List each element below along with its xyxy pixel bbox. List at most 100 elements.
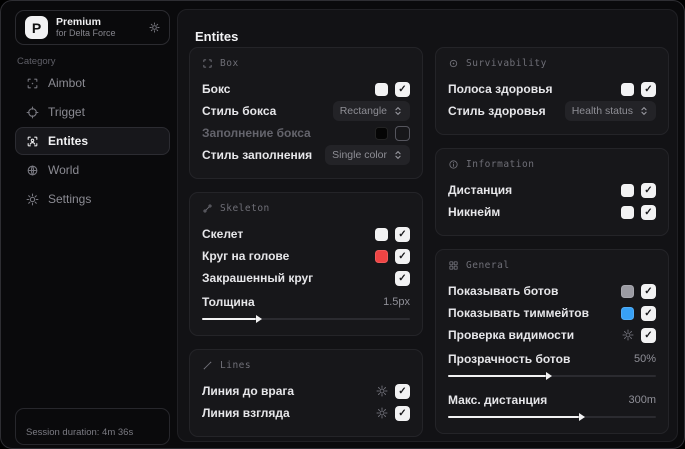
session-card: Session duration: 4m 36s (15, 408, 170, 445)
checkbox[interactable] (395, 405, 410, 421)
setting-row: Заполнение бокса (202, 122, 410, 144)
gear-icon (26, 193, 39, 206)
setting-label: Толщина (202, 295, 255, 309)
setting-row: Полоса здоровья (448, 78, 656, 100)
setting-label: Стиль здоровья (448, 104, 546, 118)
gear-icon[interactable] (376, 407, 388, 419)
checkbox[interactable] (395, 383, 410, 399)
gear-icon[interactable] (376, 385, 388, 397)
color-swatch[interactable] (375, 227, 388, 241)
sidebar-item-label: Settings (48, 192, 92, 206)
color-swatch[interactable] (375, 126, 388, 140)
slider-value: 50% (633, 353, 656, 365)
line-icon (202, 360, 213, 371)
checkbox[interactable] (641, 327, 656, 343)
main-panel: Entites Box Бокс Стиль бокса (177, 9, 678, 442)
category-label: Category (17, 56, 56, 67)
setting-row: Стиль заполнения Single color (202, 144, 410, 166)
color-swatch[interactable] (375, 249, 388, 263)
checkbox[interactable] (395, 248, 410, 264)
target-dot-icon (448, 58, 459, 69)
checkbox[interactable] (395, 226, 410, 242)
sidebar-item-entites[interactable]: Entites (15, 127, 170, 155)
brand-name: Premium (56, 16, 101, 29)
setting-row: Никнейм (448, 201, 656, 223)
setting-label: Никнейм (448, 205, 501, 219)
checkbox[interactable] (641, 204, 656, 220)
box-corners-icon (202, 58, 213, 69)
color-swatch[interactable] (621, 183, 634, 197)
color-swatch[interactable] (621, 82, 634, 96)
sidebar-item-label: World (48, 163, 80, 177)
select-value: Health status (571, 105, 633, 117)
health-style-select[interactable]: Health status (564, 101, 656, 121)
setting-row: Круг на голове (202, 245, 410, 267)
color-swatch[interactable] (621, 205, 634, 219)
target-icon (26, 106, 39, 119)
thickness-slider-group: Толщина 1.5px (202, 292, 410, 323)
sidebar-item-trigget[interactable]: Trigget (15, 98, 170, 126)
checkbox[interactable] (395, 125, 410, 141)
setting-label: Линия до врага (202, 384, 295, 398)
globe-icon (26, 164, 39, 177)
thickness-slider[interactable] (202, 314, 410, 323)
setting-label: Макс. дистанция (448, 393, 548, 407)
setting-label: Показывать ботов (448, 284, 559, 298)
setting-label: Стиль заполнения (202, 148, 313, 162)
setting-row: Проверка видимости (448, 324, 656, 346)
setting-row: Стиль бокса Rectangle (202, 100, 410, 122)
panel-survivability: Survivability Полоса здоровья Стиль здор… (435, 47, 669, 135)
color-swatch[interactable] (621, 306, 634, 320)
sidebar-item-label: Aimbot (48, 76, 86, 90)
opacity-slider-group: Прозрачность ботов 50% (448, 349, 656, 380)
setting-label: Дистанция (448, 183, 513, 197)
info-icon (448, 159, 459, 170)
opacity-slider[interactable] (448, 371, 656, 380)
checkbox[interactable] (641, 81, 656, 97)
sidebar-item-world[interactable]: World (15, 156, 170, 184)
box-style-select[interactable]: Rectangle (332, 101, 410, 121)
sidebar-item-aimbot[interactable]: Aimbot (15, 69, 170, 97)
panel-header-label: General (466, 260, 510, 271)
brand-card: P Premium for Delta Force (15, 10, 170, 45)
checkbox[interactable] (641, 283, 656, 299)
setting-label: Скелет (202, 227, 244, 241)
fill-style-select[interactable]: Single color (325, 145, 410, 165)
grid-icon (448, 260, 459, 271)
checkbox[interactable] (395, 81, 410, 97)
checkbox[interactable] (395, 270, 410, 286)
panel-header-label: Skeleton (220, 203, 270, 214)
sidebar-item-label: Trigget (48, 105, 85, 119)
brand-subtitle: for Delta Force (56, 28, 116, 39)
setting-row: Дистанция (448, 179, 656, 201)
setting-label: Линия взгляда (202, 406, 290, 420)
setting-row: Скелет (202, 223, 410, 245)
color-swatch[interactable] (621, 284, 634, 298)
setting-row: Линия взгляда (202, 402, 410, 424)
gear-icon[interactable] (149, 22, 160, 33)
checkbox[interactable] (641, 182, 656, 198)
setting-row: Стиль здоровья Health status (448, 100, 656, 122)
chevron-up-down-icon (639, 106, 649, 116)
setting-label: Полоса здоровья (448, 82, 553, 96)
sidebar-item-settings[interactable]: Settings (15, 185, 170, 213)
sidebar-item-label: Entites (48, 134, 89, 148)
checkbox[interactable] (641, 305, 656, 321)
chevron-up-down-icon (393, 106, 403, 116)
setting-row: Закрашенный круг (202, 267, 410, 289)
select-value: Rectangle (339, 105, 387, 117)
bone-icon (202, 203, 213, 214)
gear-icon[interactable] (622, 329, 634, 341)
distance-slider-group: Макс. дистанция 300m (448, 390, 656, 421)
session-duration: Session duration: 4m 36s (26, 427, 134, 438)
crosshair-icon (26, 77, 39, 90)
chevron-up-down-icon (393, 150, 403, 160)
panel-general: General Показывать ботов Показывать тимм… (435, 249, 669, 434)
setting-row: Показывать ботов (448, 280, 656, 302)
setting-row: Показывать тиммейтов (448, 302, 656, 324)
page-title: Entites (195, 29, 239, 44)
setting-label: Стиль бокса (202, 104, 277, 118)
color-swatch[interactable] (375, 82, 388, 96)
distance-slider[interactable] (448, 412, 656, 421)
setting-label: Круг на голове (202, 249, 290, 263)
